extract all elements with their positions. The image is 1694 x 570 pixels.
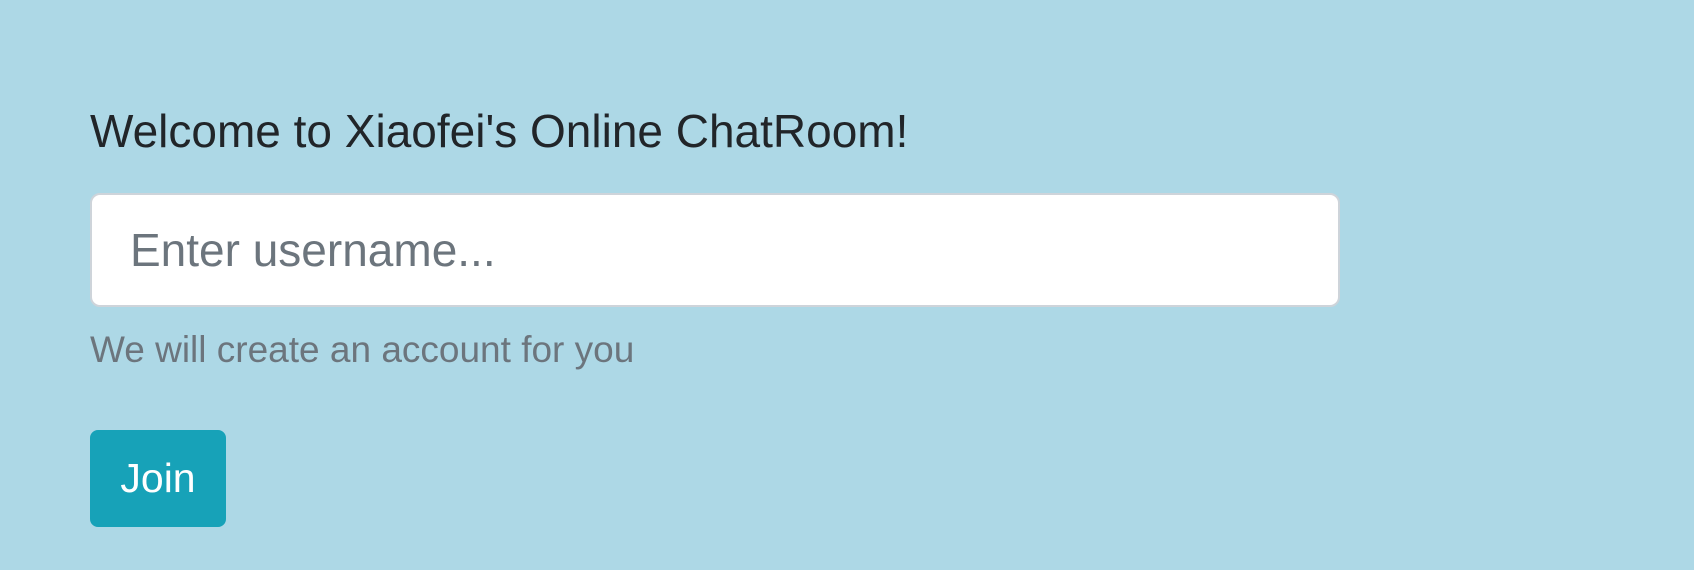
welcome-title: Welcome to Xiaofei's Online ChatRoom! (90, 105, 909, 157)
username-help-text: We will create an account for you (90, 329, 635, 370)
username-input[interactable] (90, 193, 1340, 307)
join-button[interactable]: Join (90, 430, 226, 527)
